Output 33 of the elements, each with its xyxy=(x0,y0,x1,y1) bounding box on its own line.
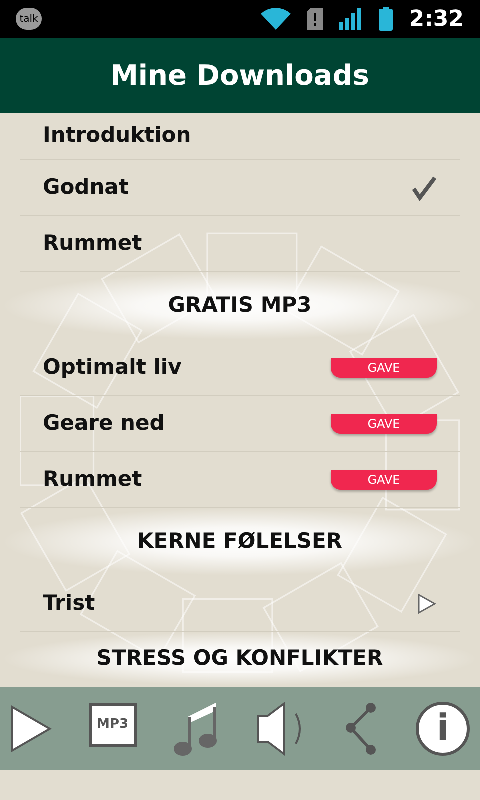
section-title: KERNE FØLELSER xyxy=(138,528,342,556)
info-button[interactable]: i xyxy=(416,702,470,756)
download-row[interactable]: Rummet xyxy=(20,216,460,272)
download-row[interactable]: Optimalt liv GAVE xyxy=(20,340,460,396)
clock: 2:32 xyxy=(409,6,464,34)
section-title: STRESS OG KONFLIKTER xyxy=(96,645,384,672)
mp3-button[interactable]: MP3 xyxy=(88,702,137,746)
checkmark-icon xyxy=(411,174,437,200)
track-title: Rummet xyxy=(43,230,142,257)
download-row[interactable]: Geare ned GAVE xyxy=(20,396,460,452)
download-row[interactable]: Trist xyxy=(20,576,460,632)
gift-ribbon: GAVE xyxy=(331,414,437,434)
signal-icon xyxy=(339,8,364,30)
track-title: Godnat xyxy=(43,174,129,201)
track-title: Optimalt liv xyxy=(43,354,182,381)
download-row[interactable]: Introduktion xyxy=(20,113,460,160)
gift-ribbon: GAVE xyxy=(331,358,437,378)
track-title: Introduktion xyxy=(43,122,192,150)
music-note-icon[interactable] xyxy=(174,700,220,756)
wifi-icon xyxy=(261,8,292,30)
track-title: Rummet xyxy=(43,466,142,493)
gift-ribbon: GAVE xyxy=(331,470,437,490)
section-title: GRATIS MP3 xyxy=(168,292,312,320)
download-row[interactable]: Godnat xyxy=(20,160,460,216)
play-icon[interactable] xyxy=(417,592,437,614)
sim-alert-icon xyxy=(307,8,324,30)
battery-icon xyxy=(379,7,394,31)
screen-title: Mine Downloads xyxy=(110,58,370,94)
track-title: Geare ned xyxy=(43,410,165,437)
chat-badge: talk xyxy=(16,8,42,30)
track-title: Trist xyxy=(43,590,96,617)
download-row[interactable]: Rummet GAVE xyxy=(20,452,460,508)
play-icon[interactable] xyxy=(10,704,52,752)
